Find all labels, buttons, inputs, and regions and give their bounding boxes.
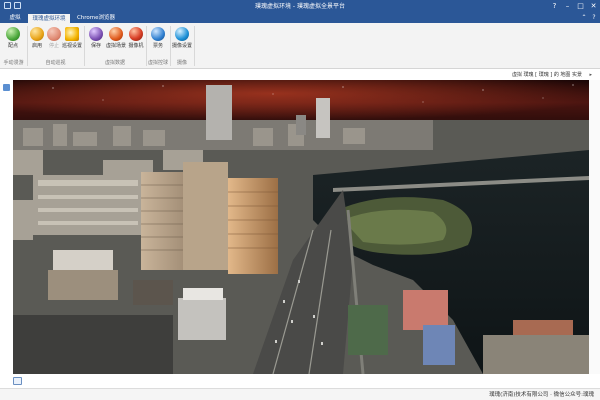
group-separator (194, 26, 195, 66)
waypoint-icon (6, 27, 20, 41)
app-window: 璞瑰虚拟环境 - 璞瑰虚拟全景平台 ? – □ ✕ 虚拟 璞瑰虚拟环境 Chro… (0, 0, 600, 400)
camera-settings-button[interactable]: 摄像设置 (170, 25, 194, 55)
scene-render (13, 80, 589, 374)
3d-scene-viewport[interactable] (13, 80, 589, 374)
location-dropdown-icon[interactable]: ▸ (589, 71, 592, 79)
tab-chrome-browser[interactable]: Chrome浏览器 (72, 13, 120, 23)
close-button[interactable]: ✕ (587, 0, 600, 13)
group-label-virtual-control: 虚拟控球 (147, 60, 168, 66)
window-title: 璞瑰虚拟环境 - 璞瑰虚拟全景平台 (255, 3, 345, 10)
group-label-auto-patrol: 自动巡视 (45, 60, 66, 66)
save-icon (89, 27, 103, 41)
scene-tool-strip (0, 80, 13, 375)
maximize-button[interactable]: □ (574, 0, 587, 13)
title-bar: 璞瑰虚拟环境 - 璞瑰虚拟全景平台 ? – □ ✕ (0, 0, 600, 13)
ticket-icon (151, 27, 165, 41)
stop-icon (47, 27, 61, 41)
camera-button[interactable]: 摄像机 (124, 25, 148, 55)
tab-virtual-environment[interactable]: 璞瑰虚拟环境 (28, 13, 70, 23)
camera-settings-icon (175, 27, 189, 41)
tab-virtual[interactable]: 虚拟 (4, 13, 26, 23)
scene-tool-icon[interactable] (3, 84, 10, 91)
patrol-settings-button[interactable]: 巡视设置 (60, 25, 84, 55)
waypoint-button[interactable]: 配点 (1, 25, 25, 55)
help-button[interactable]: ? (548, 0, 561, 13)
status-bar: 璞瑰(济南)技术有限公司 · 微信公众号:璞瑰 (0, 388, 600, 400)
minimize-button[interactable]: – (561, 0, 574, 13)
status-icon[interactable] (13, 377, 22, 385)
camera-icon (129, 27, 143, 41)
ribbon-tab-bar: 虚拟 璞瑰虚拟环境 Chrome浏览器 ⌃ ? (0, 13, 600, 23)
virtual-scene-icon (109, 27, 123, 41)
location-bar: 虚拟 璞瑰 [ 璞瑰 ] 的 地图 实景 ▸ (0, 70, 600, 80)
group-label-manual-roam: 手动漫游 (3, 60, 24, 66)
ticket-button[interactable]: 票务 (146, 25, 170, 55)
ribbon-collapse-icon[interactable]: ⌃ (580, 14, 588, 22)
vertical-scrollbar[interactable] (589, 80, 600, 374)
location-path[interactable]: 虚拟 璞瑰 [ 璞瑰 ] 的 地图 实景 (512, 71, 582, 79)
status-text: 璞瑰(济南)技术有限公司 · 微信公众号:璞瑰 (489, 392, 594, 398)
group-label-virtual-data: 虚拟数据 (104, 60, 125, 66)
group-label-camera: 摄像 (176, 60, 187, 66)
ribbon-toolbar: 配点 启用 停止 巡视设置 保存 虚拟场景 摄像机 票务 摄像设置 手动漫游 自… (0, 23, 600, 69)
help-icon[interactable]: ? (590, 14, 598, 22)
patrol-settings-icon (65, 27, 79, 41)
